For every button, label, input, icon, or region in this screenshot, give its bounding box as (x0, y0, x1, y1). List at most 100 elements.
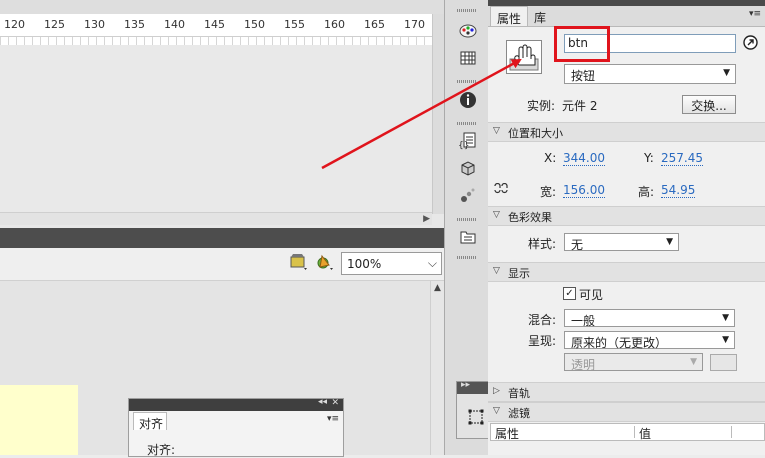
y-value[interactable]: 257.45 (661, 151, 703, 166)
grip-handle[interactable] (457, 122, 477, 125)
properties-panel: 属性 库 ▾≡ btn 按钮 ▼ 实例: 元件 2 交换... ▽ 位置和大小 … (488, 0, 765, 455)
grip-handle[interactable] (457, 9, 477, 12)
panel-menu-icon[interactable]: ▾≡ (327, 414, 339, 424)
instance-of-value: 元件 2 (562, 99, 598, 113)
components-icon[interactable] (458, 158, 478, 178)
svg-text:{}: {} (458, 141, 469, 151)
lock-proportion-icon[interactable] (493, 183, 509, 195)
swap-button[interactable]: 交换... (682, 95, 736, 114)
zoom-dropdown[interactable]: 100% ⌵ (341, 252, 442, 275)
properties-tabbar: 属性 库 ▾≡ (488, 6, 765, 27)
background-color-swatch (710, 354, 737, 371)
panel-divider[interactable] (0, 228, 444, 248)
blend-dropdown[interactable]: 一般 ▼ (564, 309, 735, 328)
grip-handle[interactable] (457, 80, 477, 83)
color-palette-icon[interactable] (458, 20, 478, 40)
section-display[interactable]: ▽ 显示 (488, 262, 765, 282)
chevron-down-icon: ▼ (723, 68, 730, 78)
align-panel-titlebar[interactable]: ◂◂ ✕ (129, 397, 343, 411)
render-dropdown[interactable]: 原来的（无更改） ▼ (564, 331, 735, 350)
ruler-tick: 155 (284, 18, 305, 31)
x-value[interactable]: 344.00 (563, 151, 605, 166)
width-label: 宽: (540, 185, 557, 199)
close-icon[interactable]: ✕ (331, 398, 339, 408)
info-icon[interactable] (458, 90, 478, 110)
filters-col-value: 值 (639, 427, 652, 441)
tab-library[interactable]: 库 (528, 6, 552, 26)
ruler-tick: 140 (164, 18, 185, 31)
symbol-type-value: 按钮 (571, 69, 596, 83)
scroll-up-icon[interactable]: ▲ (434, 283, 441, 293)
motion-presets-icon[interactable] (458, 185, 478, 205)
chevron-down-icon: ▼ (722, 313, 729, 323)
actions-icon[interactable]: {} (458, 131, 478, 151)
section-title: 位置和大小 (508, 127, 563, 140)
edit-symbols-icon[interactable] (315, 254, 335, 272)
align-panel: ◂◂ ✕ 对齐 ▾≡ 对齐: (128, 397, 344, 457)
ruler-tick: 135 (124, 18, 145, 31)
height-label: 高: (638, 185, 655, 199)
project-icon[interactable] (458, 227, 478, 247)
width-value[interactable]: 156.00 (563, 183, 605, 198)
ruler-tick: 150 (244, 18, 265, 31)
blend-value: 一般 (571, 314, 596, 328)
collapse-icon[interactable]: ◂◂ (318, 397, 327, 407)
timeline-layers-area[interactable] (0, 45, 432, 212)
style-value: 无 (571, 238, 584, 252)
stage-canvas[interactable] (0, 385, 78, 455)
blend-label: 混合: (528, 313, 557, 327)
collapse-triangle-icon: ▽ (493, 210, 500, 220)
expand-icon[interactable]: ▸▸ (461, 380, 470, 390)
help-arrow-icon[interactable] (743, 35, 758, 50)
render-label: 呈现: (528, 334, 557, 348)
section-position-size[interactable]: ▽ 位置和大小 (488, 122, 765, 142)
expand-triangle-icon: ▷ (493, 386, 500, 396)
column-divider (634, 426, 635, 438)
x-label: X: (544, 151, 557, 165)
swatches-icon[interactable] (458, 48, 478, 68)
instance-label: 实例: (527, 99, 556, 113)
panel-menu-icon[interactable]: ▾≡ (749, 9, 761, 19)
chevron-down-icon: ⌵ (427, 256, 437, 270)
transparent-value: 透明 (571, 358, 596, 372)
transform-icon[interactable] (467, 408, 485, 426)
column-divider (731, 426, 732, 438)
filters-table-header: 属性 值 (490, 423, 765, 441)
visible-checkbox[interactable]: ✓ (563, 287, 576, 300)
filters-col-property: 属性 (495, 427, 520, 441)
timeline-horizontal-scrollbar[interactable]: ▶ (0, 212, 432, 225)
render-value: 原来的（无更改） (571, 336, 668, 350)
section-color-effect[interactable]: ▽ 色彩效果 (488, 206, 765, 226)
section-title: 滤镜 (508, 407, 530, 420)
visible-label: 可见 (579, 288, 604, 302)
stage-vertical-scrollbar[interactable]: ▲ (430, 281, 445, 455)
y-label: Y: (644, 151, 654, 165)
grip-handle[interactable] (457, 218, 477, 221)
tab-properties[interactable]: 属性 (490, 6, 529, 26)
symbol-type-dropdown[interactable]: 按钮 ▼ (564, 64, 736, 84)
ruler-tick: 170 (404, 18, 425, 31)
timeline-frames[interactable] (0, 37, 432, 45)
collapse-triangle-icon: ▽ (493, 266, 500, 276)
section-title: 显示 (508, 267, 530, 280)
style-label: 样式: (528, 237, 557, 251)
timeline-panel: 120 125 130 135 140 145 150 155 160 165 … (0, 0, 445, 228)
scroll-right-icon[interactable]: ▶ (423, 214, 430, 224)
chevron-down-icon: ▼ (722, 335, 729, 345)
height-value[interactable]: 54.95 (661, 183, 696, 198)
section-filters[interactable]: ▽ 滤镜 (488, 402, 765, 422)
style-dropdown[interactable]: 无 ▼ (564, 233, 679, 252)
edit-scene-icon[interactable] (289, 254, 309, 272)
ruler-tick: 165 (364, 18, 385, 31)
collapse-triangle-icon: ▽ (493, 126, 500, 136)
section-title: 音轨 (508, 387, 530, 400)
ruler-tick: 120 (4, 18, 25, 31)
grip-handle[interactable] (457, 256, 477, 259)
tab-align[interactable]: 对齐 (133, 412, 167, 431)
timeline-header (0, 0, 444, 15)
ruler-tick: 145 (204, 18, 225, 31)
ruler-tick: 160 (324, 18, 345, 31)
ruler-tick: 130 (84, 18, 105, 31)
timeline-ruler[interactable]: 120 125 130 135 140 145 150 155 160 165 … (0, 14, 432, 37)
section-sound[interactable]: ▷ 音轨 (488, 382, 765, 402)
